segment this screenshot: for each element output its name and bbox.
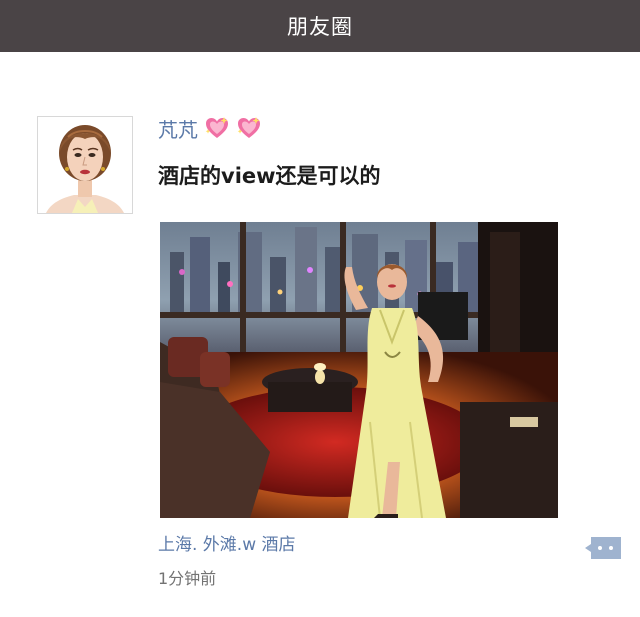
post-username[interactable]: 芃芃 [158,114,198,143]
page-title: 朋友圈 [287,15,353,39]
post-photo[interactable] [160,222,558,518]
post-author-row: 芃芃 [158,113,262,143]
title-bar: 朋友圈 [0,0,640,52]
post-location[interactable]: 上海. 外滩.w 酒店 [158,530,296,555]
post-timestamp: 1分钟前 [158,569,217,588]
moments-page: 朋友圈 芃芃 酒店的view还是可以的 上海. 外滩.w 酒店 1分钟前 [0,0,640,617]
avatar[interactable] [37,116,133,214]
sparkling-heart-icon [205,117,228,138]
post-text: 酒店的view还是可以的 [158,164,381,188]
comment-icon[interactable] [583,535,623,561]
sparkling-heart-icon [237,117,260,138]
